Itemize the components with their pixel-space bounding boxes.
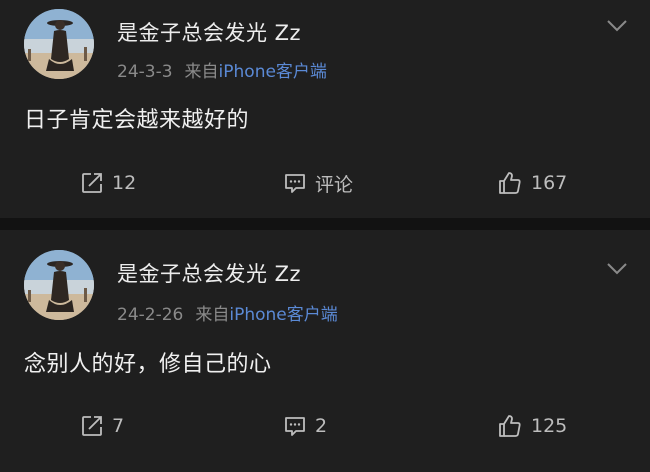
- source-link[interactable]: iPhone客户端: [229, 305, 337, 325]
- action-bar: 12 评论 167: [0, 166, 650, 200]
- avatar[interactable]: [24, 9, 94, 79]
- source-prefix: 来自: [184, 62, 219, 82]
- repost-count: 7: [112, 415, 125, 437]
- like-button[interactable]: 125: [497, 409, 567, 443]
- comment-button[interactable]: 2: [283, 409, 327, 443]
- action-bar: 7 2 125: [0, 409, 650, 443]
- thumbs-up-icon: [497, 413, 523, 439]
- source-link[interactable]: iPhone客户端: [219, 62, 327, 82]
- thumbs-up-icon: [497, 170, 523, 196]
- chevron-down-icon[interactable]: [606, 261, 628, 275]
- comment-count: 2: [315, 415, 328, 437]
- post-card[interactable]: 是金子总会发光 Zz 24-2-26 来自iPhone客户端 念别人的好，修自己的…: [0, 230, 650, 472]
- post-card[interactable]: 是金子总会发光 Zz 24-3-3 来自iPhone客户端 日子肯定会越来越好的 …: [0, 0, 650, 218]
- repost-button[interactable]: 7: [80, 409, 124, 443]
- share-icon: [80, 414, 104, 438]
- share-icon: [80, 171, 104, 195]
- post-date: 24-3-3: [117, 62, 173, 82]
- avatar[interactable]: [24, 250, 94, 320]
- comment-count: 评论: [315, 173, 354, 196]
- username[interactable]: 是金子总会发光 Zz: [117, 258, 301, 288]
- like-button[interactable]: 167: [497, 166, 567, 200]
- feed: 是金子总会发光 Zz 24-3-3 来自iPhone客户端 日子肯定会越来越好的 …: [0, 0, 650, 472]
- repost-button[interactable]: 12: [80, 166, 136, 200]
- username[interactable]: 是金子总会发光 Zz: [117, 17, 301, 47]
- like-count: 125: [531, 415, 568, 437]
- comment-button[interactable]: 评论: [283, 166, 353, 200]
- like-count: 167: [531, 172, 568, 194]
- post-content: 念别人的好，修自己的心: [24, 352, 272, 377]
- repost-count: 12: [112, 172, 137, 194]
- post-date: 24-2-26: [117, 305, 184, 325]
- chevron-down-icon[interactable]: [606, 18, 628, 32]
- comment-icon: [283, 171, 307, 195]
- comment-icon: [283, 414, 307, 438]
- post-separator: [0, 218, 650, 230]
- post-content: 日子肯定会越来越好的: [24, 108, 250, 133]
- post-meta: 24-2-26 来自iPhone客户端: [117, 300, 338, 325]
- source-prefix: 来自: [195, 305, 230, 325]
- post-meta: 24-3-3 来自iPhone客户端: [117, 57, 327, 82]
